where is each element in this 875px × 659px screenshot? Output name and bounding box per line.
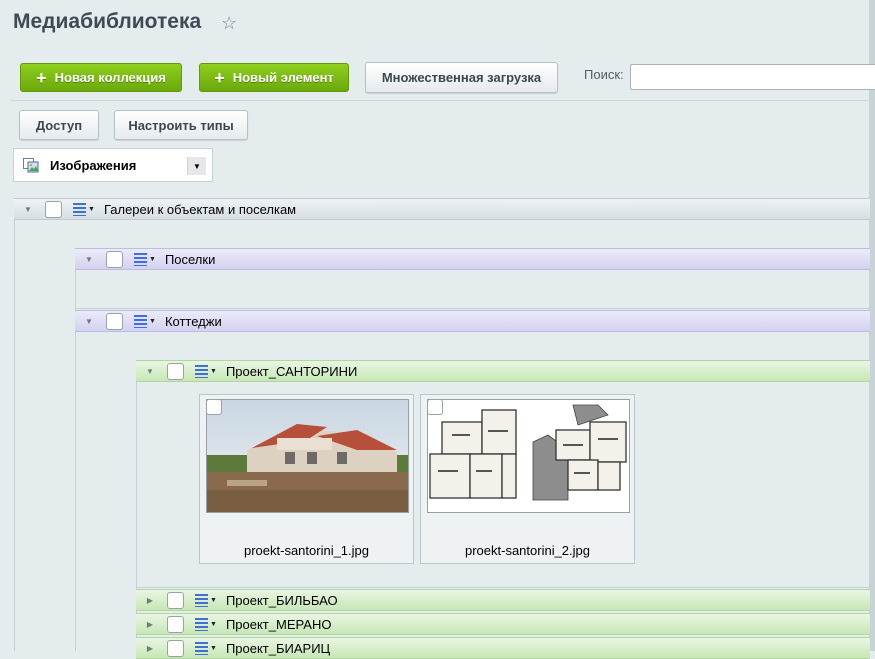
row-menu-icon[interactable]: ▼ <box>134 252 156 266</box>
configure-types-button[interactable]: Настроить типы <box>114 110 248 140</box>
section-divider <box>75 308 870 309</box>
tree-row-label: Проект_БИАРИЦ <box>225 640 331 656</box>
house-photo-thumbnail[interactable] <box>206 399 409 513</box>
tree-row-posyolki[interactable]: ▼ ▼ Поселки <box>75 248 870 270</box>
tree-row-label: Поселки <box>164 251 216 267</box>
row-menu-icon[interactable]: ▼ <box>195 617 217 631</box>
row-menu-icon[interactable]: ▼ <box>73 202 95 216</box>
tree-row-merano[interactable]: ▶ ▼ Проект_МЕРАНО <box>136 613 870 635</box>
tree-row-root[interactable]: ▼ ▼ Галереи к объектам и поселкам <box>14 198 870 220</box>
toolbar-divider <box>10 100 870 101</box>
search-input[interactable] <box>630 64 875 90</box>
tree-row-biarritz[interactable]: ▶ ▼ Проект_БИАРИЦ <box>136 637 870 659</box>
collapse-arrow-icon[interactable]: ▼ <box>22 205 34 214</box>
tree-row-label: Коттеджи <box>164 313 222 329</box>
bulk-upload-label: Множественная загрузка <box>381 70 542 85</box>
expand-arrow-icon[interactable]: ▶ <box>144 620 156 629</box>
collapse-arrow-icon[interactable]: ▼ <box>83 317 95 326</box>
plus-icon: + <box>36 67 47 88</box>
search-label: Поиск: <box>584 67 624 82</box>
floor-plan-thumbnail[interactable] <box>427 399 630 513</box>
row-menu-icon[interactable]: ▼ <box>134 314 156 328</box>
new-collection-label: Новая коллекция <box>54 70 166 85</box>
row-checkbox[interactable] <box>167 591 184 609</box>
plus-icon: + <box>214 67 225 88</box>
collapse-arrow-icon[interactable]: ▼ <box>144 367 156 376</box>
page-title: Медиабиблиотека <box>13 10 202 33</box>
expand-arrow-icon[interactable]: ▶ <box>144 596 156 605</box>
file-name: proekt-santorini_1.jpg <box>243 543 370 558</box>
media-type-selected: Изображения <box>50 157 137 173</box>
tree-row-label: Проект_САНТОРИНИ <box>225 363 358 379</box>
row-checkbox[interactable] <box>106 250 123 268</box>
tree-row-bilbao[interactable]: ▶ ▼ Проект_БИЛЬБАО <box>136 589 870 611</box>
images-icon <box>23 158 39 173</box>
new-element-button[interactable]: + Новый элемент <box>199 63 349 92</box>
row-menu-icon[interactable]: ▼ <box>195 593 217 607</box>
new-collection-button[interactable]: + Новая коллекция <box>20 63 182 92</box>
tree-indent-line <box>14 220 15 651</box>
row-checkbox[interactable] <box>106 312 123 330</box>
tree-row-label: Проект_БИЛЬБАО <box>225 592 338 608</box>
row-checkbox[interactable] <box>167 362 184 380</box>
row-checkbox[interactable] <box>45 200 62 218</box>
configure-types-label: Настроить типы <box>128 117 234 133</box>
access-button[interactable]: Доступ <box>19 110 99 140</box>
access-label: Доступ <box>35 117 83 133</box>
star-outline-icon[interactable]: ☆ <box>221 13 237 34</box>
bulk-upload-button[interactable]: Множественная загрузка <box>365 62 558 93</box>
chevron-down-icon[interactable]: ▼ <box>187 157 206 175</box>
card-checkbox[interactable] <box>206 399 222 415</box>
row-checkbox[interactable] <box>167 639 184 657</box>
media-card[interactable]: proekt-santorini_1.jpg <box>199 394 414 564</box>
tree-row-cottages[interactable]: ▼ ▼ Коттеджи <box>75 310 870 332</box>
file-name: proekt-santorini_2.jpg <box>464 543 591 558</box>
row-menu-icon[interactable]: ▼ <box>195 641 217 655</box>
section-divider <box>136 587 870 588</box>
tree-row-label: Проект_МЕРАНО <box>225 616 332 632</box>
row-menu-icon[interactable]: ▼ <box>195 364 217 378</box>
card-checkbox[interactable] <box>427 399 443 415</box>
tree-row-label: Галереи к объектам и поселкам <box>103 201 297 217</box>
media-type-select[interactable]: Изображения ▼ <box>13 148 213 182</box>
tree-row-santorini[interactable]: ▼ ▼ Проект_САНТОРИНИ <box>136 360 870 382</box>
expand-arrow-icon[interactable]: ▶ <box>144 644 156 653</box>
collapse-arrow-icon[interactable]: ▼ <box>83 255 95 264</box>
media-card[interactable]: proekt-santorini_2.jpg <box>420 394 635 564</box>
row-checkbox[interactable] <box>167 615 184 633</box>
new-element-label: Новый элемент <box>232 70 334 85</box>
